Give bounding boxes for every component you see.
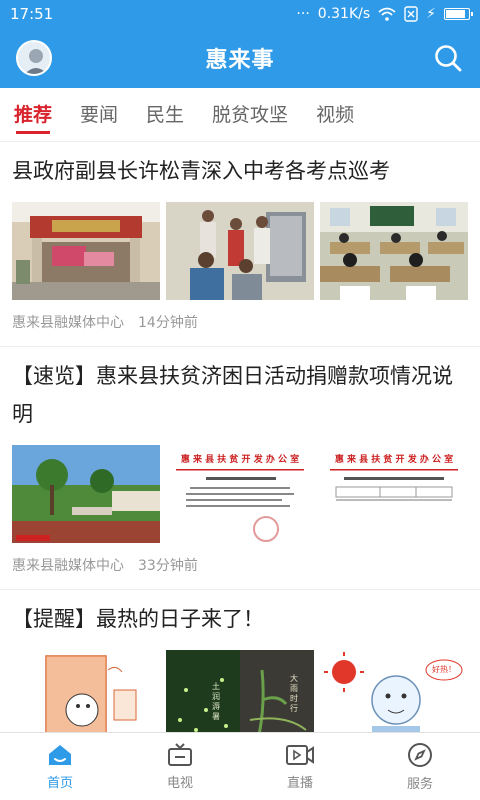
compass-icon	[408, 743, 432, 767]
solar-term-poster[interactable]: 土润溽暑 大雨时行	[166, 650, 314, 732]
article-source: 惠来县融媒体中心	[12, 315, 124, 331]
wifi-icon	[378, 7, 396, 21]
article-images: 惠 来 县 扶 贫 开 发 办 公 室 惠 来 县 扶 贫 开 发 办 公 室	[12, 445, 468, 543]
category-tabs: 推荐 要闻 民生 脱贫攻坚 视频	[0, 88, 480, 142]
home-icon	[49, 745, 71, 765]
summer-heat-illustration[interactable]	[12, 650, 160, 732]
poster-label: 土润溽暑	[212, 682, 220, 721]
official-document-1[interactable]: 惠 来 县 扶 贫 开 发 办 公 室	[166, 445, 314, 543]
network-speed: 0.31K/s	[317, 6, 371, 22]
news-feed[interactable]: 县政府副县长许松青深入中考各考点巡考 惠来县融媒体中心 14分钟前 【速览】惠来…	[0, 142, 480, 732]
nav-label: 服务	[406, 777, 433, 792]
charging-icon: ⚡	[426, 6, 436, 22]
tab-recommend[interactable]: 推荐	[14, 88, 52, 142]
poster-label: 大雨时行	[290, 674, 298, 713]
hot-weather-cartoon[interactable]: 好热！	[320, 650, 468, 732]
park-photo[interactable]	[12, 445, 160, 543]
article-headline[interactable]: 【速览】惠来县扶贫济困日活动捐赠款项情况说明	[12, 347, 468, 433]
avatar[interactable]	[16, 40, 52, 76]
nav-label: 直播	[286, 776, 313, 791]
status-bar: 17:51 ··· 0.31K/s ⚡	[0, 0, 480, 28]
app-title: 惠来事	[205, 48, 275, 73]
article-meta: 惠来县融媒体中心 33分钟前	[12, 543, 468, 589]
news-article[interactable]: 【速览】惠来县扶贫济困日活动捐赠款项情况说明 惠 来 县 扶 贫 开 发 办 公…	[0, 347, 480, 590]
nav-home[interactable]: 首页	[0, 733, 120, 800]
article-meta: 惠来县融媒体中心 14分钟前	[12, 300, 468, 346]
exam-inspection-photo[interactable]	[166, 202, 314, 300]
status-time: 17:51	[10, 5, 54, 23]
document-header: 惠 来 县 扶 贫 开 发 办 公 室	[180, 455, 300, 465]
article-images: 土润溽暑 大雨时行 好热！	[12, 650, 468, 732]
news-article[interactable]: 县政府副县长许松青深入中考各考点巡考 惠来县融媒体中心 14分钟前	[0, 142, 480, 347]
tab-livelihood[interactable]: 民生	[146, 88, 184, 142]
battery-icon	[444, 8, 473, 20]
nav-tv[interactable]: 电视	[120, 733, 240, 800]
user-avatar-icon	[24, 49, 48, 74]
nav-label: 电视	[166, 776, 193, 791]
bottom-navigation: 首页 电视 直播 服务	[0, 732, 480, 800]
article-images	[12, 202, 468, 300]
nav-label: 首页	[46, 776, 73, 791]
article-headline[interactable]: 【提醒】最热的日子来了！	[12, 590, 468, 638]
tv-icon	[168, 743, 192, 766]
news-article[interactable]: 【提醒】最热的日子来了！ 土润溽暑 大雨时行 好热！	[0, 590, 480, 732]
cartoon-text: 好热！	[432, 665, 456, 674]
article-headline[interactable]: 县政府副县长许松青深入中考各考点巡考	[12, 142, 468, 190]
tab-video[interactable]: 视频	[316, 88, 354, 142]
app-bar: 惠来事	[0, 28, 480, 88]
article-time: 14分钟前	[138, 315, 198, 331]
live-video-icon	[286, 745, 314, 765]
more-dots-icon: ···	[296, 6, 310, 22]
document-header: 惠 来 县 扶 贫 开 发 办 公 室	[334, 455, 454, 465]
no-sim-icon	[404, 6, 418, 22]
school-gate-photo[interactable]	[12, 202, 160, 300]
tab-poverty-alleviation[interactable]: 脱贫攻坚	[212, 88, 288, 142]
official-document-2[interactable]: 惠 来 县 扶 贫 开 发 办 公 室	[320, 445, 468, 543]
tab-headlines[interactable]: 要闻	[80, 88, 118, 142]
article-source: 惠来县融媒体中心	[12, 558, 124, 574]
exam-room-photo[interactable]	[320, 202, 468, 300]
search-icon[interactable]	[432, 42, 464, 74]
nav-services[interactable]: 服务	[360, 733, 480, 800]
article-time: 33分钟前	[138, 558, 198, 574]
nav-live[interactable]: 直播	[240, 733, 360, 800]
